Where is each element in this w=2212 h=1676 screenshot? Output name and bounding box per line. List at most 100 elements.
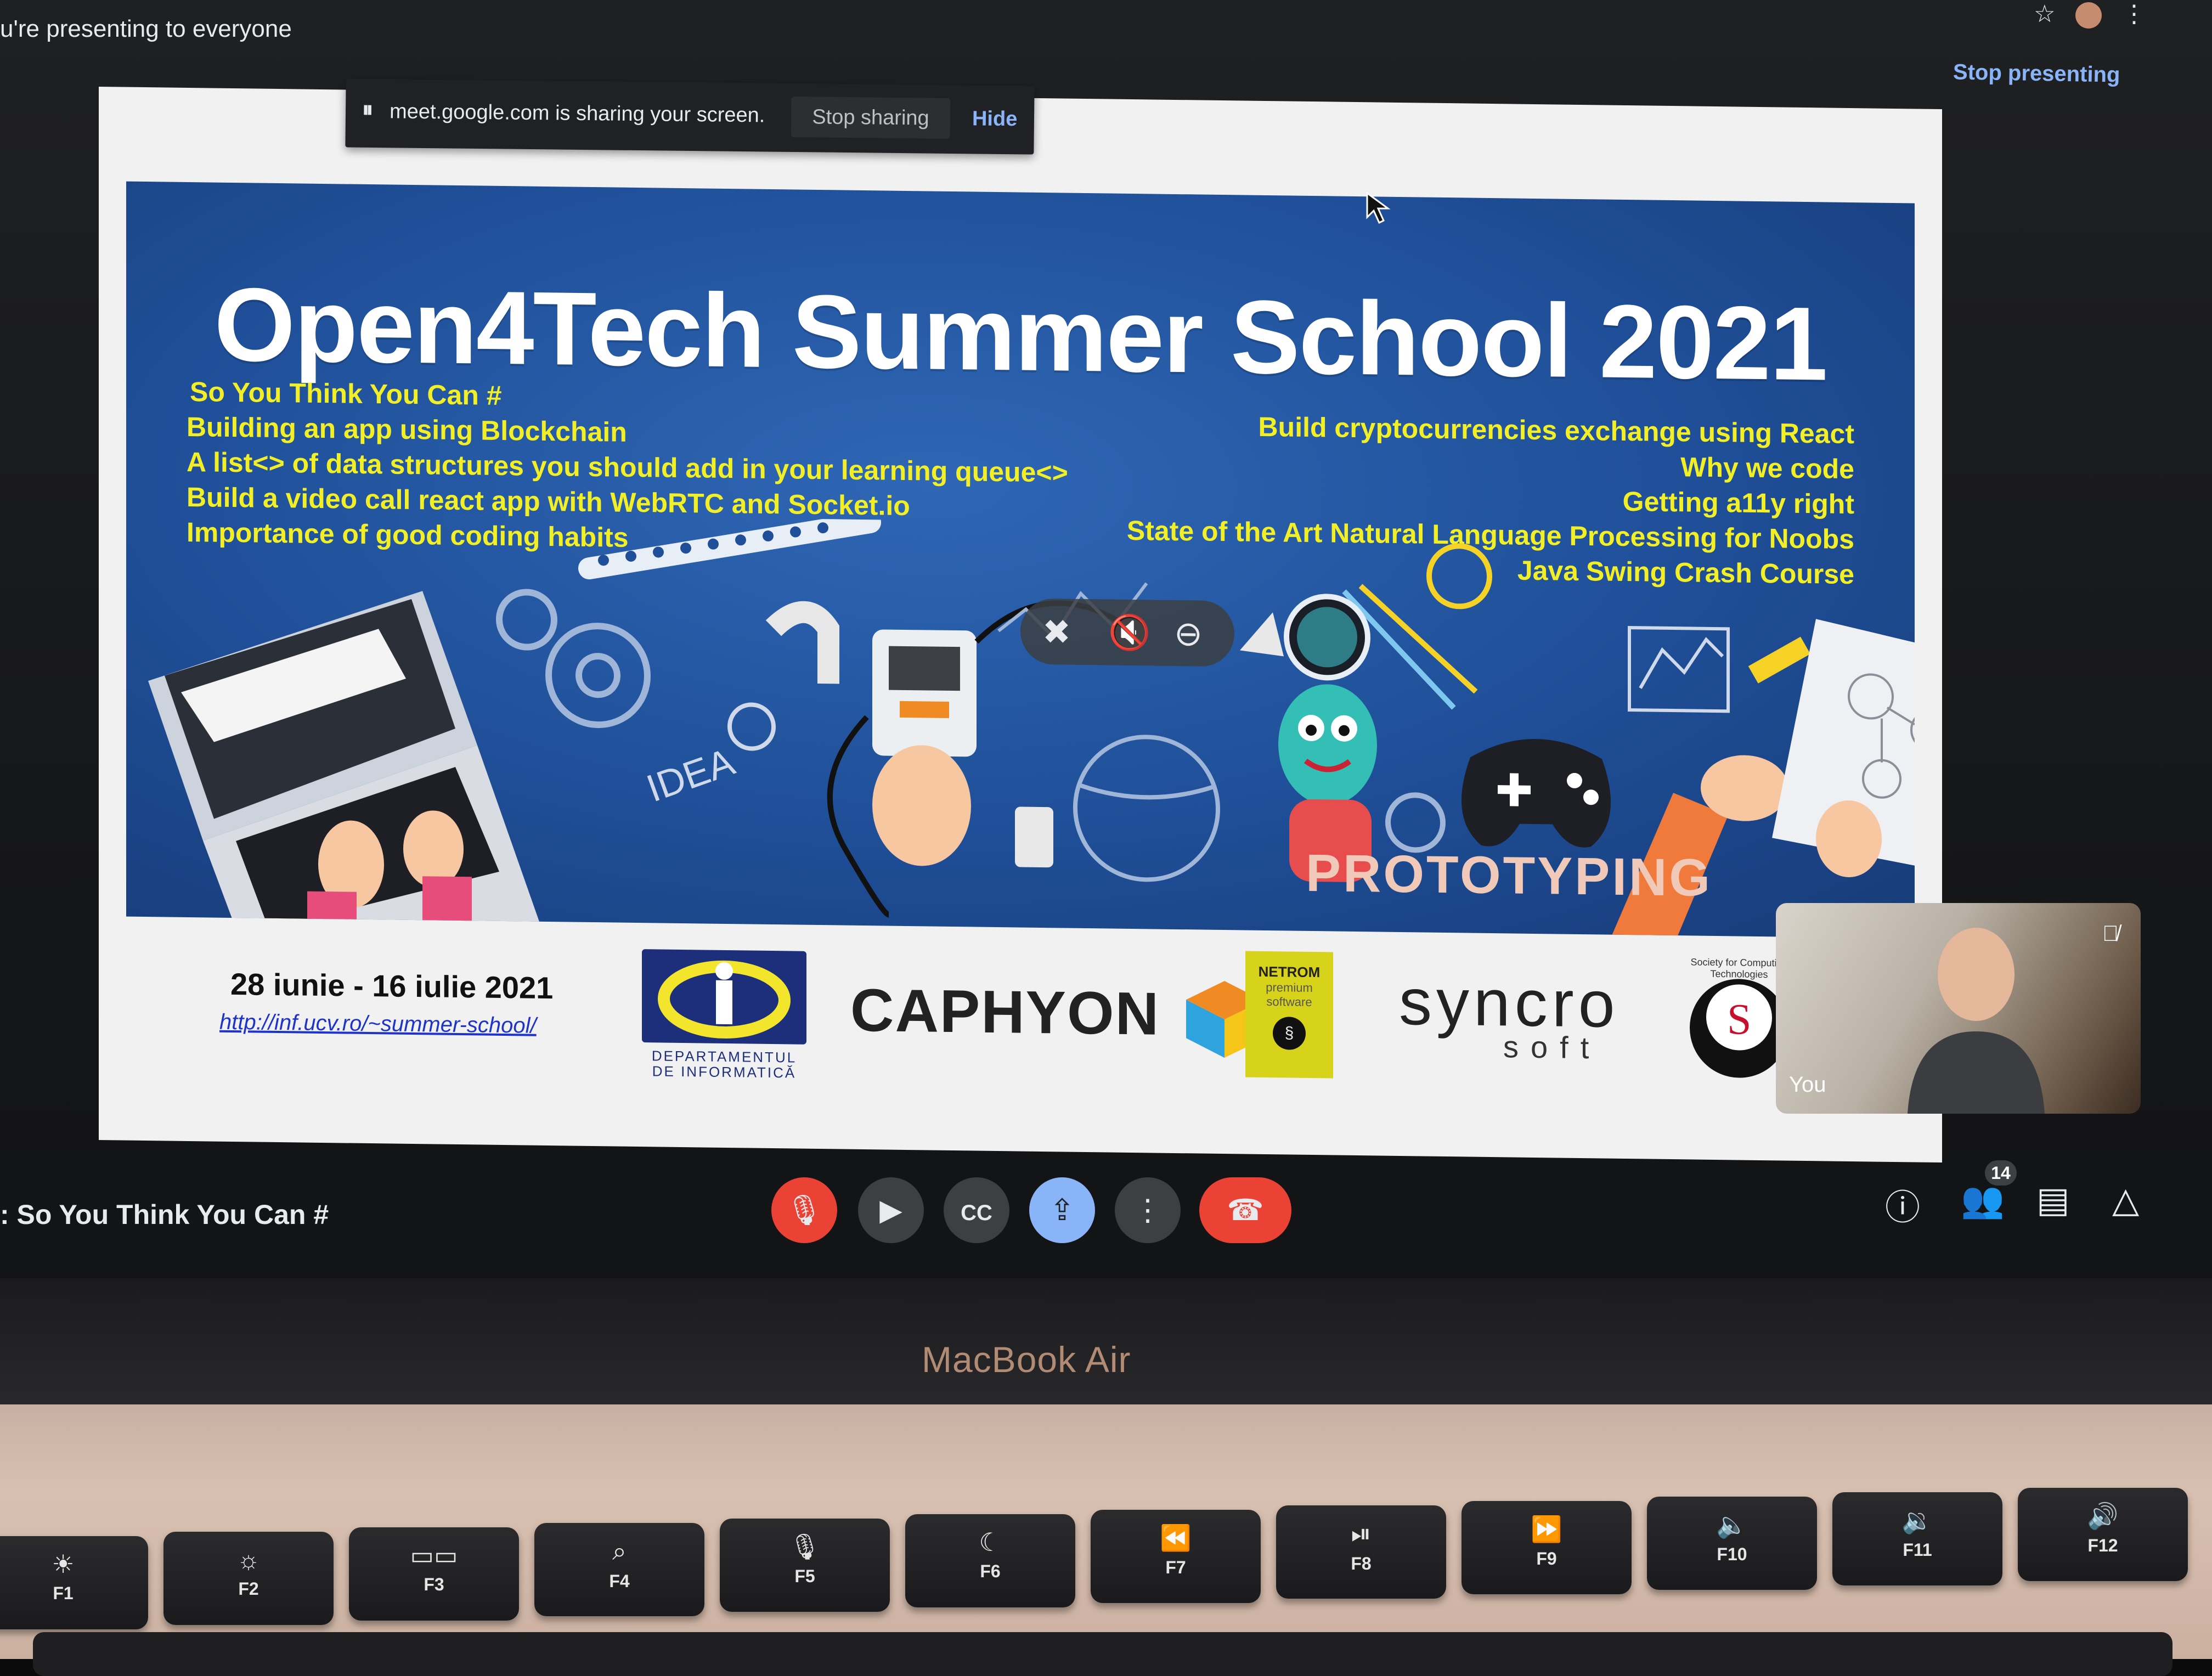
kebab-menu-icon[interactable]: ⋮	[2122, 1, 2146, 27]
laptop-illustration	[148, 591, 543, 936]
function-key-icon: ⏯	[1351, 1519, 1372, 1548]
syncro-soft-logo: syncro soft	[1399, 964, 1629, 1066]
present-now-button[interactable]: ⇪	[1029, 1177, 1095, 1243]
function-key-label: F1	[53, 1583, 74, 1603]
event-url[interactable]: http://inf.ucv.ro/~summer-school/	[219, 1010, 537, 1039]
slide-banner: Open4Tech Summer School 2021 So You Thin…	[126, 181, 1915, 939]
function-key-icon: ⏩	[1531, 1515, 1562, 1543]
function-key-icon: ▭▭	[410, 1541, 458, 1570]
camera-toggle-button[interactable]: ▶	[858, 1177, 924, 1243]
stop-presenting-button[interactable]: Stop presenting	[1953, 60, 2120, 87]
stop-sharing-button[interactable]: Stop sharing	[791, 96, 951, 139]
event-dates: 28 iunie - 16 iulie 2021	[230, 966, 554, 1006]
prototyping-word: PROTOTYPING	[1306, 843, 1712, 907]
sponsor-strip: 28 iunie - 16 iulie 2021 http://inf.ucv.…	[99, 926, 1942, 1163]
function-key-f6[interactable]: ☾ F6	[905, 1514, 1075, 1607]
function-key-label: F11	[1903, 1540, 1932, 1560]
netrom-subtitle-2: software	[1266, 995, 1312, 1009]
laptop-brand: MacBook Air	[922, 1339, 1131, 1380]
netrom-logo: NETROM premium software §	[1245, 951, 1333, 1079]
function-key-f10[interactable]: 🔈 F10	[1647, 1497, 1817, 1590]
remove-icon[interactable]: ⊖	[1174, 613, 1203, 654]
function-key-f5[interactable]: 🎙 F5	[720, 1519, 890, 1612]
idea-bulb-illustration: IDEA	[641, 601, 839, 810]
function-key-f2[interactable]: ☼ F2	[163, 1532, 334, 1625]
star-icon[interactable]: ☆	[2034, 1, 2055, 27]
function-key-label: F8	[1351, 1554, 1372, 1573]
function-key-label: F4	[609, 1571, 630, 1591]
focus-ring-icon	[1289, 599, 1365, 676]
function-key-icon: 🔊	[2087, 1502, 2119, 1530]
function-key-label: F5	[794, 1566, 815, 1586]
number-key-row	[33, 1632, 2172, 1676]
dinf-caption: DEPARTAMENTUL DE INFORMATICĂ	[651, 1047, 797, 1081]
chat-icon[interactable]: ▤	[2036, 1180, 2069, 1221]
function-key-label: F2	[238, 1579, 259, 1599]
function-key-icon: 🎙	[788, 1532, 821, 1561]
meeting-details-icon[interactable]: ⓘ	[1885, 1180, 1920, 1230]
presenting-status: u're presenting to everyone	[0, 15, 292, 42]
departament-informatica-logo: DEPARTAMENTUL DE INFORMATICĂ	[642, 949, 806, 1083]
mic-off-icon: 🎙	[785, 1194, 823, 1227]
netrom-title: NETROM	[1258, 963, 1321, 981]
mic-toggle-button[interactable]: 🎙	[771, 1177, 837, 1243]
function-key-icon: ⌕	[612, 1537, 627, 1565]
function-key-icon: 🔈	[1716, 1510, 1748, 1539]
function-key-label: F7	[1165, 1558, 1186, 1577]
gamepad-illustration	[1462, 739, 1611, 848]
closed-captions-icon: CC	[961, 1201, 992, 1225]
function-key-f12[interactable]: 🔊 F12	[2018, 1488, 2188, 1581]
gears-illustration	[496, 589, 651, 729]
svg-text:S: S	[1727, 995, 1751, 1044]
kebab-icon: ⋮	[1133, 1194, 1163, 1227]
hide-button[interactable]: Hide	[972, 107, 1018, 131]
function-key-icon: ☼	[236, 1545, 261, 1574]
mouse-cursor-icon	[1366, 192, 1391, 224]
meeting-title: : So You Think You Can #	[0, 1199, 329, 1230]
function-key-f1[interactable]: ☀ F1	[0, 1536, 148, 1629]
leave-call-button[interactable]: ☎	[1199, 1177, 1291, 1243]
more-options-button[interactable]: ⋮	[1115, 1177, 1181, 1243]
chain-illustration	[578, 511, 882, 580]
function-key-f9[interactable]: ⏩ F9	[1462, 1501, 1632, 1594]
participants-count-badge: 14	[1985, 1160, 2017, 1186]
self-label: You	[1789, 1073, 1826, 1097]
sharing-message: meet.google.com is sharing your screen.	[389, 100, 765, 127]
unpin-icon[interactable]: ✖	[1042, 612, 1071, 652]
shared-tile-hover-controls: ✖ 🔇 ⊖	[1020, 598, 1234, 667]
function-key-icon: 🔉	[1901, 1506, 1933, 1534]
activities-icon[interactable]: △	[2112, 1180, 2139, 1221]
function-key-f8[interactable]: ⏯ F8	[1276, 1505, 1446, 1599]
function-key-label: F6	[980, 1561, 1001, 1581]
people-icon[interactable]: 👥	[1961, 1180, 2005, 1221]
function-key-label: F3	[424, 1575, 444, 1594]
self-view-tile[interactable]: You 🎙̸	[1776, 903, 2141, 1114]
function-key-f11[interactable]: 🔉 F11	[1832, 1492, 2002, 1585]
function-key-f7[interactable]: ⏪ F7	[1091, 1510, 1261, 1603]
top-right-icons: ☆ ⋮	[2034, 0, 2146, 29]
mute-audio-icon[interactable]: 🔇	[1108, 612, 1150, 653]
mic-muted-icon: 🎙̸	[2102, 922, 2119, 946]
netrom-emblem-icon: §	[1273, 1017, 1306, 1050]
avatar[interactable]	[2075, 2, 2102, 29]
function-key-label: F10	[1717, 1544, 1747, 1564]
screen-sharing-bar: ⏸ meet.google.com is sharing your screen…	[345, 78, 1035, 155]
captions-button[interactable]: CC	[944, 1177, 1009, 1243]
netrom-subtitle: premium	[1266, 980, 1313, 995]
hang-up-icon: ☎	[1227, 1194, 1264, 1227]
dinf-emblem-icon	[658, 960, 791, 1039]
function-key-label: F9	[1536, 1549, 1557, 1568]
function-key-label: F12	[2087, 1536, 2118, 1555]
function-key-f4[interactable]: ⌕ F4	[534, 1523, 704, 1616]
shared-slide: Open4Tech Summer School 2021 So You Thin…	[99, 87, 1942, 1163]
bar-graph-illustration	[1628, 626, 1730, 713]
function-key-icon: ⏪	[1160, 1523, 1192, 1552]
idea-word: IDEA	[641, 740, 740, 810]
camera-icon: ▶	[879, 1194, 902, 1227]
participant-video	[1908, 928, 2045, 1114]
pause-icon: ⏸	[362, 97, 374, 122]
function-key-icon: ☀	[52, 1550, 75, 1578]
present-screen-icon: ⇪	[1049, 1194, 1075, 1227]
function-key-icon: ☾	[979, 1528, 1002, 1556]
function-key-f3[interactable]: ▭▭ F3	[349, 1527, 519, 1621]
